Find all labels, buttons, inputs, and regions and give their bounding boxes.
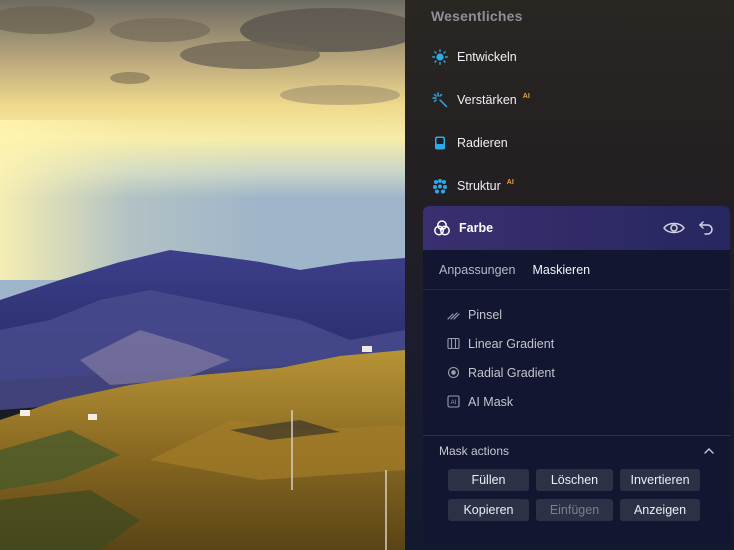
- tool-label: Radieren: [457, 136, 508, 150]
- structure-dots-icon: [431, 177, 449, 195]
- tool-label: Entwickeln: [457, 50, 517, 64]
- svg-text:AI: AI: [451, 400, 457, 406]
- section-title: Wesentliches: [431, 8, 523, 24]
- tab-anpassungen[interactable]: Anpassungen: [439, 263, 515, 277]
- tool-label: Struktur: [457, 179, 501, 193]
- active-tool-card: Farbe Anpassungen Maskieren Pinsel Linea…: [423, 206, 730, 544]
- color-circles-icon: [433, 219, 451, 237]
- mask-tool-label: Linear Gradient: [468, 336, 555, 351]
- chevron-up-icon[interactable]: [704, 447, 714, 454]
- ai-mask-icon: AI: [447, 395, 460, 408]
- mask-tool-linear-gradient[interactable]: Linear Gradient: [423, 329, 730, 358]
- paste-button[interactable]: Einfügen: [536, 499, 613, 521]
- tab-bar: Anpassungen Maskieren: [423, 250, 730, 290]
- undo-icon[interactable]: [694, 216, 718, 240]
- show-button[interactable]: Anzeigen: [620, 499, 700, 521]
- invert-button[interactable]: Invertieren: [620, 469, 700, 491]
- mask-actions-header[interactable]: Mask actions: [423, 435, 730, 465]
- linear-gradient-icon: [447, 337, 460, 350]
- sun-icon: [431, 48, 449, 66]
- delete-button[interactable]: Löschen: [536, 469, 613, 491]
- mask-tool-pinsel[interactable]: Pinsel: [423, 300, 730, 329]
- mask-tool-list: Pinsel Linear Gradient Radial Gradient A…: [423, 290, 730, 416]
- tool-item-radieren[interactable]: Radieren: [431, 131, 508, 155]
- copy-button[interactable]: Kopieren: [448, 499, 529, 521]
- photo-canvas[interactable]: [0, 0, 405, 550]
- tools-panel: Wesentliches Entwickeln Verstärken AI Ra…: [405, 0, 734, 550]
- card-header[interactable]: Farbe: [423, 206, 730, 250]
- mask-tool-ai-mask[interactable]: AI AI Mask: [423, 387, 730, 416]
- mask-tool-label: Radial Gradient: [468, 365, 555, 380]
- tool-item-struktur[interactable]: Struktur AI: [431, 174, 514, 198]
- card-title: Farbe: [459, 221, 494, 235]
- mask-tool-label: Pinsel: [468, 307, 503, 322]
- tool-label: Verstärken: [457, 93, 517, 107]
- fill-button[interactable]: Füllen: [448, 469, 529, 491]
- mask-tool-label: AI Mask: [468, 394, 514, 409]
- mask-actions-title: Mask actions: [439, 443, 510, 458]
- ai-badge: AI: [522, 92, 530, 100]
- tool-item-verstaerken[interactable]: Verstärken AI: [431, 88, 530, 112]
- tool-item-entwickeln[interactable]: Entwickeln: [431, 45, 517, 69]
- eraser-icon: [431, 134, 449, 152]
- mask-tool-radial-gradient[interactable]: Radial Gradient: [423, 358, 730, 387]
- landscape-photo: [0, 0, 405, 550]
- brush-icon: [447, 308, 460, 321]
- sparkle-icon: [431, 91, 449, 109]
- radial-gradient-icon: [447, 366, 460, 379]
- tab-maskieren[interactable]: Maskieren: [532, 263, 590, 277]
- ai-badge: AI: [506, 178, 514, 186]
- eye-icon[interactable]: [662, 216, 686, 240]
